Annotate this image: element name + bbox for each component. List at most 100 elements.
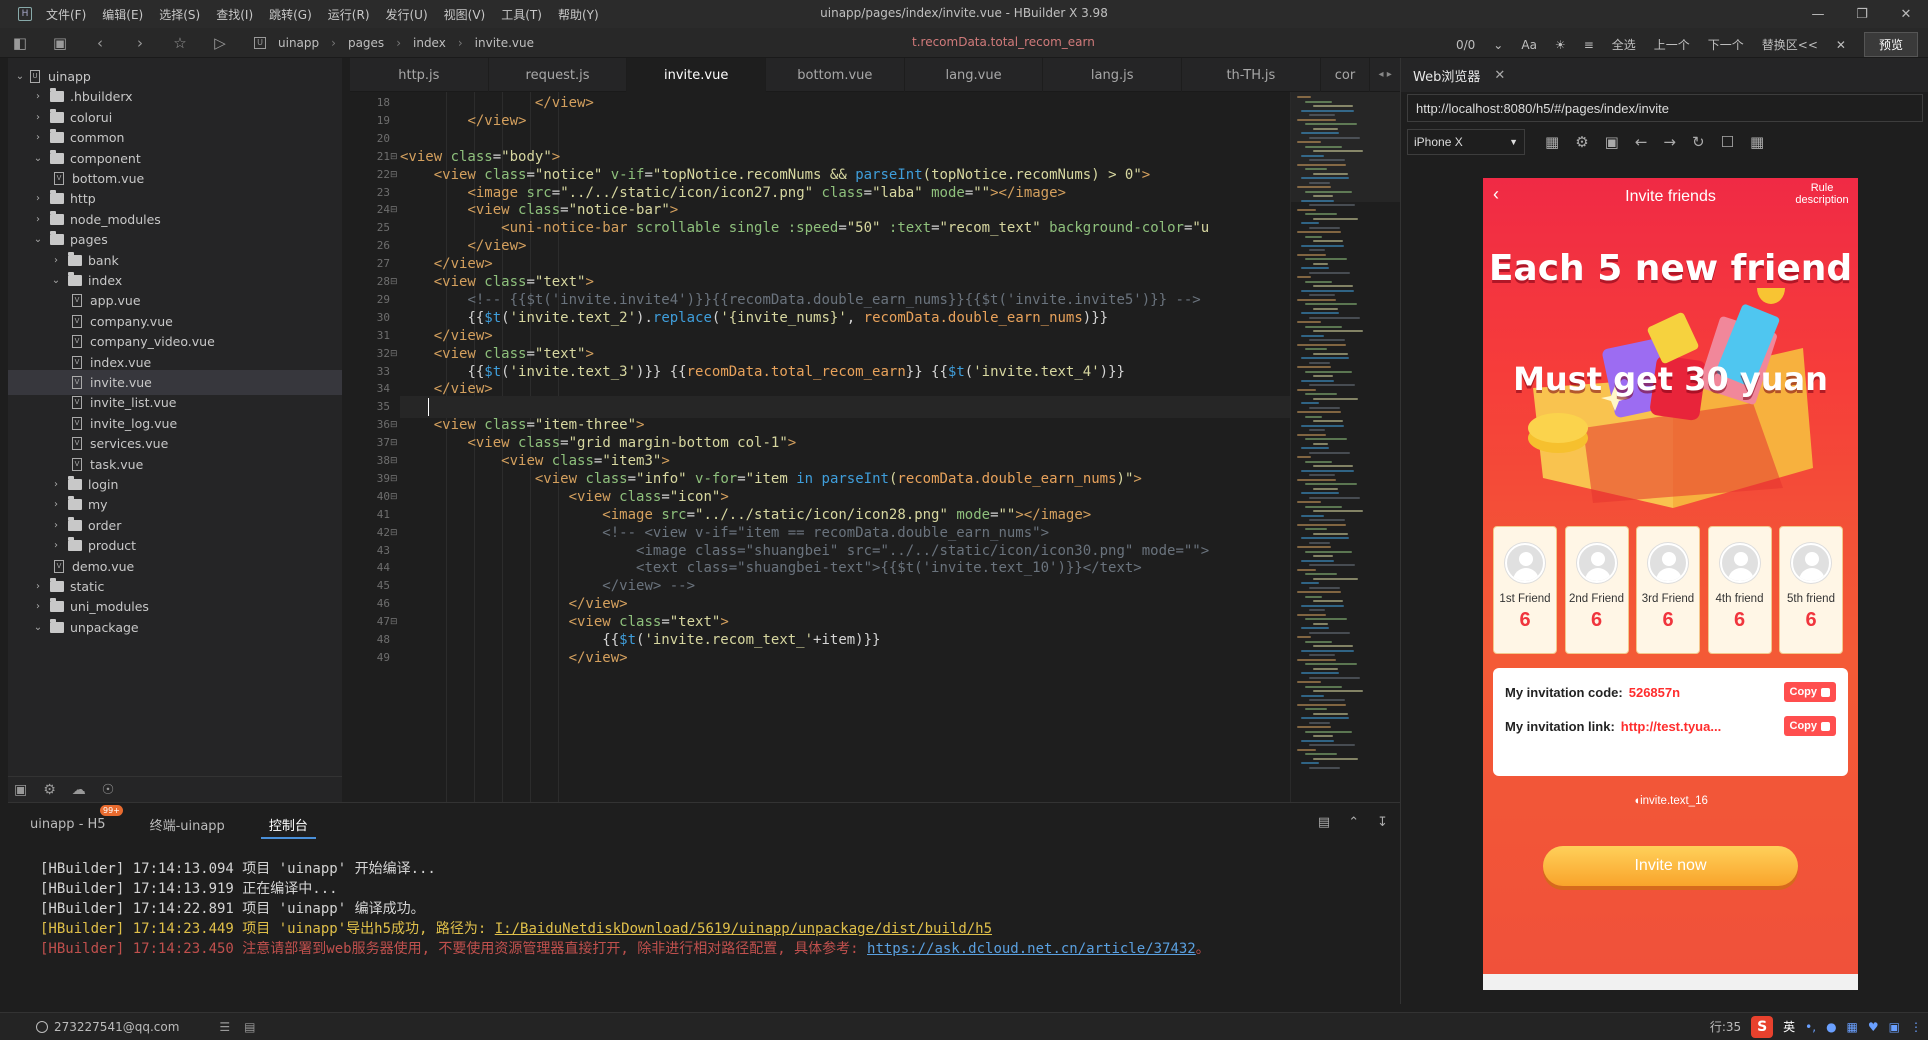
- menu-item[interactable]: 工具(T): [501, 6, 542, 23]
- cursor-position[interactable]: 行:35: [1710, 1018, 1741, 1035]
- device-select[interactable]: iPhone X ▼: [1407, 129, 1525, 155]
- code-editor[interactable]: </view> </view> <view class="body"> <view…: [400, 92, 1290, 802]
- editor-tab[interactable]: lang.js: [1043, 58, 1183, 92]
- breadcrumb-item[interactable]: index: [413, 36, 446, 50]
- copy-link-button[interactable]: Copy: [1783, 716, 1836, 736]
- save-icon[interactable]: ▣: [40, 34, 80, 52]
- git-icon[interactable]: ☉: [102, 782, 115, 798]
- chevron-right-icon[interactable]: ›: [48, 499, 64, 510]
- lock-icon[interactable]: ☐: [1721, 133, 1734, 151]
- minimap[interactable]: [1290, 92, 1401, 802]
- menu-item[interactable]: 选择(S): [159, 6, 200, 23]
- code-line[interactable]: {{$t('invite.text_2').replace('{invite_n…: [400, 307, 1108, 329]
- close-find-icon[interactable]: ✕: [1836, 38, 1846, 52]
- word-wrap-icon[interactable]: ≡: [1584, 38, 1594, 52]
- tab-scroll-icon[interactable]: ◂ ▸: [1370, 58, 1400, 91]
- restore-icon[interactable]: ❐: [1840, 0, 1884, 28]
- ime-logo-icon[interactable]: S: [1751, 1015, 1774, 1038]
- chevron-right-icon[interactable]: ›: [30, 601, 46, 612]
- replace-toggle-button[interactable]: 替换区<<: [1762, 36, 1818, 53]
- minimize-icon[interactable]: —: [1796, 0, 1840, 28]
- tools-icon[interactable]: ▣: [1889, 1020, 1900, 1034]
- menu-item[interactable]: 编辑(E): [102, 6, 143, 23]
- menu-item[interactable]: 发行(U): [386, 6, 428, 23]
- run-icon[interactable]: ▷: [200, 34, 240, 52]
- chevron-down-icon[interactable]: ⌄: [12, 71, 28, 82]
- maximize-icon[interactable]: ⌃: [1348, 815, 1359, 830]
- breadcrumb-item[interactable]: pages: [348, 36, 384, 50]
- plugin-icon[interactable]: ⚙: [43, 782, 56, 798]
- settings-icon[interactable]: ⚙: [1575, 133, 1588, 151]
- open-external-icon[interactable]: ▤: [1318, 815, 1330, 830]
- close-icon[interactable]: ✕: [1884, 0, 1928, 28]
- symbol-path[interactable]: t.recomData.total_recom_earn: [912, 35, 1095, 49]
- code-line[interactable]: {{$t('invite.text_3')}} {{recomData.tota…: [400, 361, 1125, 383]
- chevron-right-icon[interactable]: ›: [48, 479, 64, 490]
- console-tab-terminal[interactable]: 终端-uinapp: [128, 803, 247, 845]
- chevron-right-icon[interactable]: ›: [30, 581, 46, 592]
- new-file-icon[interactable]: ◧: [0, 34, 40, 52]
- invite-now-button[interactable]: Invite now: [1543, 846, 1798, 886]
- qr-code-icon[interactable]: ▦: [1750, 133, 1764, 151]
- skin-icon[interactable]: ♥: [1868, 1020, 1879, 1034]
- fold-icon[interactable]: ⊟: [390, 271, 400, 293]
- user-account[interactable]: 273227541@qq.com: [36, 1020, 179, 1034]
- back-icon[interactable]: ←: [1635, 133, 1648, 151]
- chevron-down-icon[interactable]: ⌄: [48, 275, 64, 286]
- chevron-right-icon[interactable]: ›: [30, 214, 46, 225]
- editor-tab[interactable]: cor: [1321, 58, 1371, 92]
- chevron-right-icon[interactable]: ›: [30, 112, 46, 123]
- url-input[interactable]: http://localhost:8080/h5/#/pages/index/i…: [1407, 94, 1923, 122]
- chevron-down-icon[interactable]: ⌄: [30, 153, 46, 164]
- menu-item[interactable]: 视图(V): [444, 6, 486, 23]
- message-icon[interactable]: ▤: [244, 1020, 255, 1034]
- menu-item[interactable]: 跳转(G): [269, 6, 312, 23]
- folder-item[interactable]: ⌄ unpackage: [8, 615, 342, 640]
- fold-icon[interactable]: ⊟: [390, 522, 400, 544]
- close-icon[interactable]: ✕: [1494, 68, 1505, 83]
- keyboard-icon[interactable]: ▦: [1847, 1020, 1858, 1034]
- select-all-button[interactable]: 全选: [1612, 36, 1636, 53]
- back-icon[interactable]: ‹: [80, 34, 120, 52]
- forward-icon[interactable]: ›: [120, 34, 160, 52]
- image-icon[interactable]: ▣: [1605, 133, 1619, 151]
- chevron-right-icon[interactable]: ›: [30, 193, 46, 204]
- chevron-right-icon[interactable]: ›: [30, 91, 46, 102]
- star-icon[interactable]: ☆: [160, 34, 200, 52]
- refresh-icon[interactable]: ↻: [1692, 133, 1705, 151]
- screenshot-icon[interactable]: ▦: [1545, 133, 1559, 151]
- editor-tab[interactable]: invite.vue: [627, 58, 767, 92]
- preview-button[interactable]: 预览: [1863, 32, 1918, 57]
- ime-mode[interactable]: 英: [1783, 1018, 1795, 1035]
- mic-icon[interactable]: ●: [1826, 1020, 1836, 1034]
- punct-icon[interactable]: •,: [1805, 1020, 1816, 1034]
- chevron-right-icon[interactable]: ›: [48, 540, 64, 551]
- chevron-down-icon[interactable]: ⌄: [30, 234, 46, 245]
- menu-item[interactable]: 查找(I): [216, 6, 253, 23]
- editor-tab[interactable]: th-TH.js: [1182, 58, 1321, 92]
- menu-item[interactable]: 文件(F): [46, 6, 86, 23]
- cloud-icon[interactable]: ☁: [72, 782, 86, 798]
- explorer-icon[interactable]: ▣: [14, 782, 27, 798]
- code-line[interactable]: </view>: [400, 647, 628, 669]
- collapse-icon[interactable]: ↧: [1377, 815, 1388, 830]
- menu-item[interactable]: 帮助(Y): [558, 6, 599, 23]
- copy-code-button[interactable]: Copy: [1783, 682, 1836, 702]
- chevron-down-icon[interactable]: ⌄: [1493, 38, 1503, 52]
- chevron-right-icon[interactable]: ›: [48, 520, 64, 531]
- browser-tab[interactable]: Web浏览器 ✕: [1401, 66, 1517, 85]
- editor-tab[interactable]: lang.vue: [905, 58, 1044, 92]
- chevron-right-icon[interactable]: ›: [30, 132, 46, 143]
- fold-icon[interactable]: ⊟: [390, 343, 400, 365]
- prev-match-button[interactable]: 上一个: [1654, 36, 1690, 53]
- menu-item[interactable]: 运行(R): [328, 6, 370, 23]
- next-match-button[interactable]: 下一个: [1708, 36, 1744, 53]
- console-link[interactable]: https://ask.dcloud.net.cn/article/37432: [867, 941, 1196, 957]
- forward-icon[interactable]: →: [1663, 133, 1676, 151]
- editor-tab[interactable]: request.js: [489, 58, 628, 92]
- fold-icon[interactable]: ⊟: [390, 199, 400, 221]
- code-line[interactable]: </view>: [400, 110, 526, 132]
- editor-tab[interactable]: http.js: [350, 58, 489, 92]
- fold-icon[interactable]: ⊟: [390, 164, 400, 186]
- chevron-down-icon[interactable]: ⌄: [30, 622, 46, 633]
